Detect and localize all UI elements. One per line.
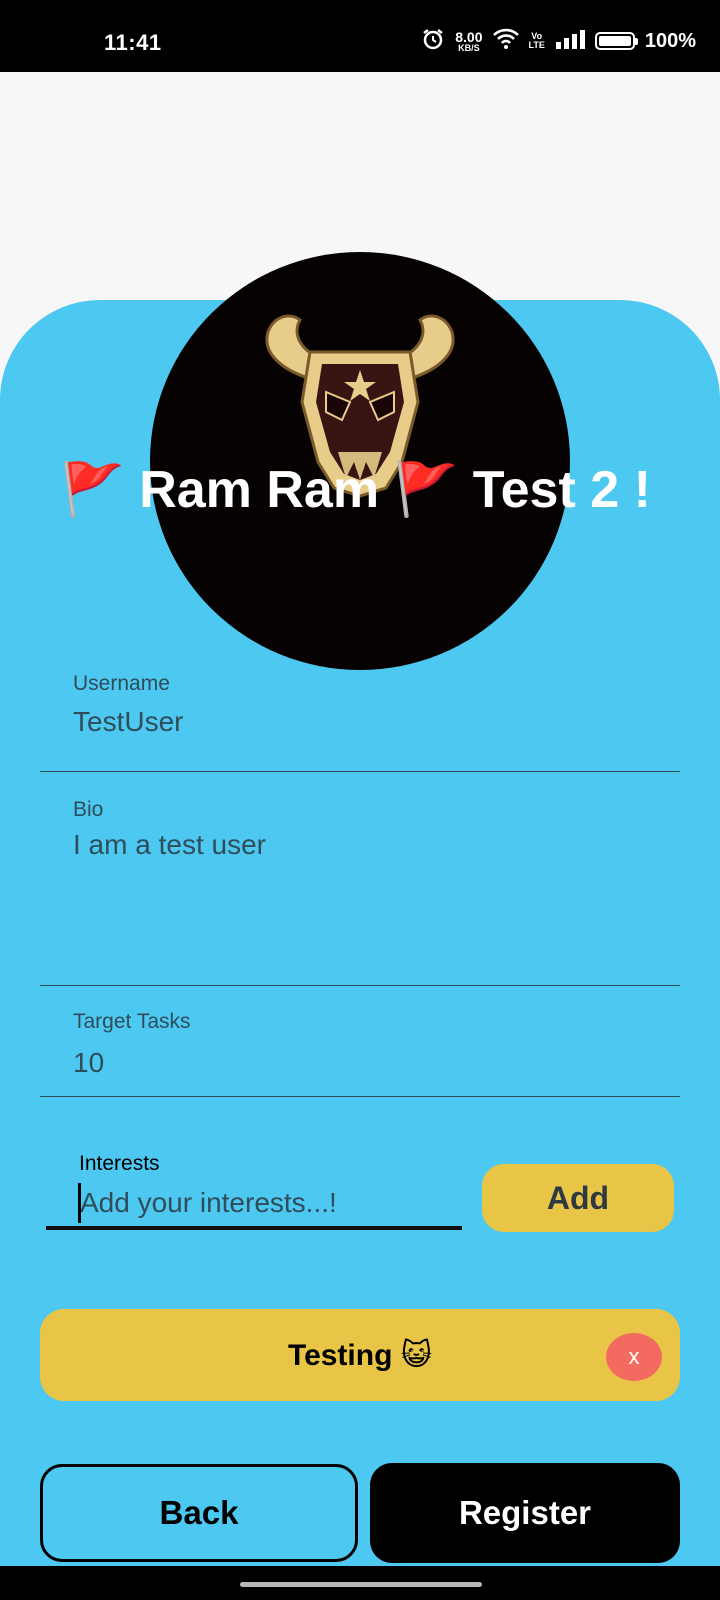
username-underline [40, 771, 680, 772]
interest-chip: Testing 😺 x [40, 1309, 680, 1401]
battery-percent: 100% [644, 29, 696, 52]
page-title: 🚩 Ram Ram 🚩 Test 2 ! [60, 461, 651, 519]
text-cursor [78, 1183, 81, 1223]
volte-bottom: LTE [528, 40, 545, 50]
bio-label: Bio [73, 798, 104, 821]
status-icons: 8.00 KB/S Vo LTE 100% [421, 26, 696, 56]
alarm-icon [421, 27, 445, 56]
register-button[interactable]: Register [370, 1463, 680, 1563]
bio-underline [40, 985, 680, 986]
status-bar: 11:41 8.00 KB/S Vo LTE 100% [0, 0, 720, 72]
net-speed: 8.00 KB/S [455, 30, 482, 53]
add-interest-button[interactable]: Add [482, 1164, 674, 1232]
username-label: Username [73, 672, 170, 695]
target-tasks-label: Target Tasks [73, 1010, 191, 1033]
wifi-icon [492, 28, 519, 55]
interest-chip-label: Testing 😺 [287, 1338, 433, 1372]
home-indicator[interactable] [240, 1582, 482, 1587]
interests-input[interactable] [46, 1180, 462, 1230]
battery-icon [594, 32, 638, 50]
back-button[interactable]: Back [40, 1464, 358, 1562]
status-time: 11:41 [104, 30, 162, 55]
bio-field[interactable]: I am a test user [73, 829, 266, 861]
remove-interest-button[interactable]: x [606, 1333, 662, 1381]
net-speed-unit: KB/S [458, 42, 480, 53]
signal-icon [555, 29, 585, 54]
target-tasks-field[interactable]: 10 [73, 1047, 104, 1079]
username-field[interactable]: TestUser [73, 706, 183, 738]
volte-icon: Vo LTE [529, 32, 545, 50]
net-speed-value: 8.00 [455, 28, 483, 45]
interests-label: Interests [79, 1152, 160, 1175]
target-tasks-underline [40, 1096, 680, 1097]
